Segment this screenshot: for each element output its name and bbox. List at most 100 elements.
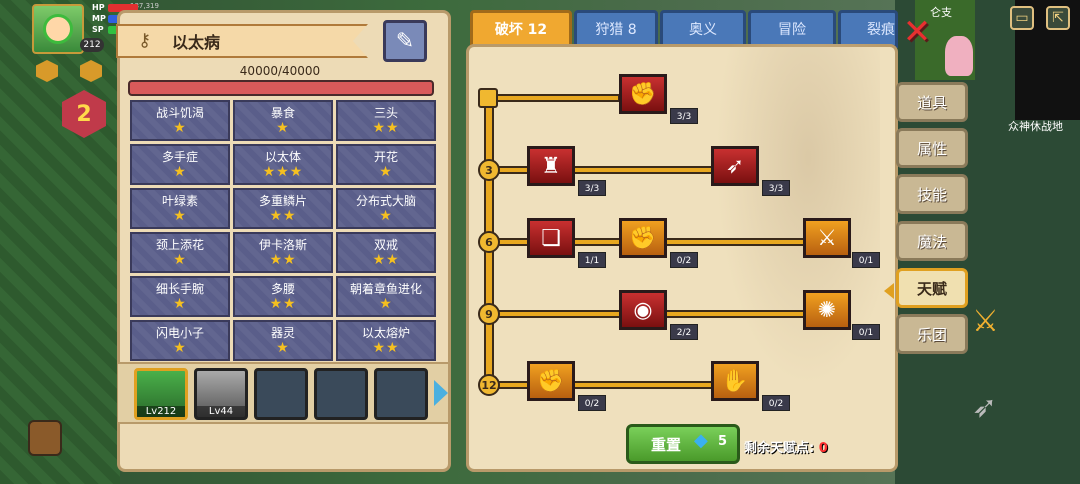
trait-cell[interactable]: 多手症 ★	[130, 144, 230, 185]
skill-fist-raise[interactable]: ✊	[527, 361, 575, 401]
exit-icon[interactable]: ⇱	[1046, 6, 1070, 30]
skill-drops-burst[interactable]: ✺	[803, 290, 851, 330]
trait-name: 双戒	[373, 237, 398, 252]
side-tab-attributes[interactable]: 属性	[896, 128, 968, 168]
close-icon[interactable]: ✕	[900, 15, 934, 50]
party-slot-empty[interactable]	[374, 368, 428, 420]
skill-fist-bandage[interactable]: ✋	[711, 361, 759, 401]
skill-orb-ring[interactable]: ◉	[619, 290, 667, 330]
skill-muscle-body[interactable]: ♜	[527, 146, 575, 186]
trait-name: 伊卡洛斯	[258, 237, 307, 252]
trait-name: 颈上添花	[155, 237, 204, 252]
monitor-icon[interactable]: ▭	[1010, 6, 1034, 30]
gem-cost: 5	[718, 434, 728, 449]
syringe-button[interactable]: ✎	[383, 20, 427, 62]
trait-stars: ★	[173, 163, 187, 180]
avatar-face	[43, 14, 73, 44]
active-tab-pointer-icon	[884, 283, 894, 299]
tier-number: 12	[478, 374, 500, 396]
diamond-icon: ◆	[694, 430, 708, 451]
skill-spear-splash[interactable]: ⚔	[803, 218, 851, 258]
tab-hunt[interactable]: 狩猎 8	[574, 10, 658, 48]
trait-cell[interactable]: 朝着章鱼进化 ★	[336, 276, 436, 317]
tier-number: 9	[478, 303, 500, 325]
trait-name: 分布式大脑	[355, 193, 416, 208]
skill-punch[interactable]: ✊	[619, 218, 667, 258]
trait-cell[interactable]: 开花 ★	[336, 144, 436, 185]
bow-icon[interactable]: ➶	[972, 390, 1012, 430]
trait-stars: ★	[379, 163, 393, 180]
party-slot-1[interactable]: Lv212	[134, 368, 188, 420]
trait-cell[interactable]: 多重鳞片 ★★	[233, 188, 333, 229]
player-avatar[interactable]	[32, 4, 84, 54]
sp-label: SP	[92, 25, 104, 34]
trait-cell[interactable]: 以太熔炉 ★★	[336, 320, 436, 361]
trait-cell[interactable]: 多腰 ★★	[233, 276, 333, 317]
skill-card-strike[interactable]: ❏	[527, 218, 575, 258]
tab-adventure[interactable]: 冒险	[748, 10, 836, 48]
party-slot-empty[interactable]	[314, 368, 368, 420]
spear-splash-icon: ⚔	[817, 225, 837, 251]
skill-count: 2/2	[670, 324, 698, 340]
tab-rift[interactable]: 裂痕	[838, 10, 898, 48]
trait-cell[interactable]: 分布式大脑 ★	[336, 188, 436, 229]
trait-name: 多手症	[161, 149, 198, 164]
side-tab-talent[interactable]: 天赋	[896, 268, 968, 308]
party-next-arrow-icon[interactable]	[434, 380, 448, 406]
map-top-text: 仑支	[930, 6, 952, 19]
trait-cell[interactable]: 以太体 ★★★	[233, 144, 333, 185]
skill-heart-arrow[interactable]: ➶	[711, 146, 759, 186]
remaining-label: 剩余天赋点:	[744, 441, 815, 456]
trait-stars: ★★	[269, 207, 297, 224]
syringe-icon: ✎	[395, 28, 415, 54]
trait-cell[interactable]: 器灵 ★	[233, 320, 333, 361]
side-tab-skills[interactable]: 技能	[896, 174, 968, 214]
trait-cell[interactable]: 暴食 ★	[233, 100, 333, 141]
trait-cell[interactable]: 闪电小子 ★	[130, 320, 230, 361]
skill-count: 0/1	[852, 252, 880, 268]
trait-stars: ★★★	[262, 163, 304, 180]
trait-name: 朝着章鱼进化	[349, 281, 422, 296]
orb-ring-icon: ◉	[633, 297, 653, 323]
arm-wrestle-icon: ✊	[629, 81, 657, 107]
map-background-left	[0, 0, 120, 484]
trait-cell[interactable]: 伊卡洛斯 ★★	[233, 232, 333, 273]
trait-cell[interactable]: 三头 ★★	[336, 100, 436, 141]
trait-stars: ★★	[372, 119, 400, 136]
side-tab-band[interactable]: 乐团	[896, 314, 968, 354]
trait-stars: ★★	[269, 251, 297, 268]
tier-number: 3	[478, 159, 500, 181]
skill-count: 0/1	[852, 324, 880, 340]
trait-cell[interactable]: 叶绿素 ★	[130, 188, 230, 229]
tree-root-node	[478, 88, 498, 108]
player-level: 212	[80, 38, 104, 52]
side-tab-magic[interactable]: 魔法	[896, 221, 968, 261]
sword-icon[interactable]: ⚔	[972, 304, 1022, 348]
trait-name: 多腰	[270, 281, 295, 296]
party-level: Lv212	[137, 406, 185, 417]
trait-cell[interactable]: 颈上添花 ★	[130, 232, 230, 273]
trait-stars: ★★	[269, 295, 297, 312]
remaining-points: 剩余天赋点: 0	[744, 437, 828, 456]
trait-cell[interactable]: 战斗饥渴 ★	[130, 100, 230, 141]
trait-name: 闪电小子	[155, 325, 204, 340]
party-slot-2[interactable]: Lv44	[194, 368, 248, 420]
skill-arm-wrestle[interactable]: ✊	[619, 74, 667, 114]
backpack-icon[interactable]	[28, 420, 62, 456]
fist-bandage-icon: ✋	[721, 368, 749, 394]
tab-destroy[interactable]: 破坏 12	[470, 10, 572, 48]
trait-cell[interactable]: 细长手腕 ★	[130, 276, 230, 317]
party-slot-empty[interactable]	[254, 368, 308, 420]
trait-stars: ★	[276, 119, 290, 136]
trait-cell[interactable]: 双戒 ★★	[336, 232, 436, 273]
trait-stars: ★	[173, 119, 187, 136]
trait-stars: ★	[173, 295, 187, 312]
party-level: Lv44	[197, 406, 245, 417]
tab-esoteric[interactable]: 奥义	[660, 10, 746, 48]
trait-name: 细长手腕	[155, 281, 204, 296]
npc-mascot	[945, 36, 973, 76]
trait-name: 叶绿素	[161, 193, 198, 208]
map-location-label: 众神休战地	[1008, 120, 1063, 133]
tree-branch	[490, 166, 722, 174]
side-tab-items[interactable]: 道具	[896, 82, 968, 122]
